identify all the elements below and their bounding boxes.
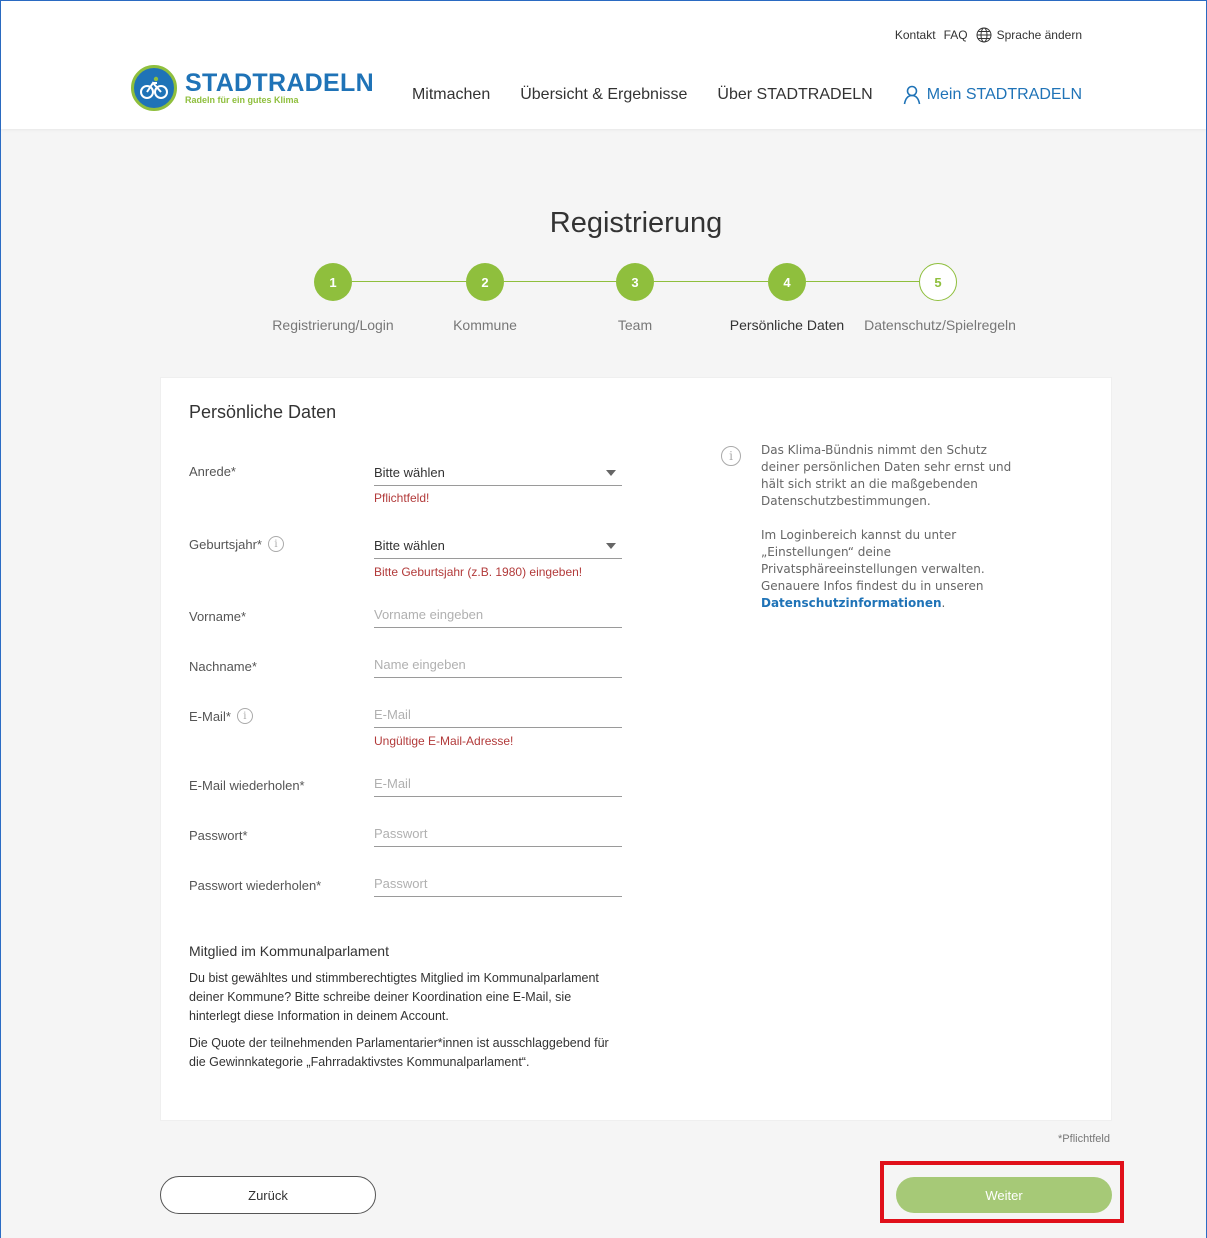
step-connector (352, 281, 467, 282)
email-label: E-Mail* (189, 708, 231, 724)
email-input[interactable]: E-Mail (374, 702, 622, 728)
contact-link[interactable]: Kontakt (895, 28, 936, 42)
anrede-value: Bitte wählen (374, 465, 445, 480)
privacy-text-1: Das Klima-Bündnis nimmt den Schutz deine… (761, 443, 1012, 508)
step-2-circle[interactable]: 2 (466, 263, 504, 301)
privacy-text-2-block: Im Loginbereich kannst du unter „Einstel… (761, 527, 1021, 612)
geburtsjahr-label: Geburtsjahr* (189, 536, 262, 552)
step-3-label: Team (617, 317, 653, 333)
geburtsjahr-select[interactable]: Bitte wählen (374, 533, 622, 559)
registration-stepper: 1 2 3 4 5 Registrierung/Login Kommune Te… (1, 263, 1206, 343)
step-5-circle: 5 (919, 263, 957, 301)
faq-link[interactable]: FAQ (944, 28, 968, 42)
geburtsjahr-error: Bitte Geburtsjahr (z.B. 1980) eingeben! (374, 565, 583, 579)
info-icon[interactable]: i (267, 536, 284, 552)
step-4-label: Persönliche Daten (729, 317, 845, 333)
section-heading: Persönliche Daten (189, 402, 337, 422)
nav-item-mitmachen[interactable]: Mitmachen (412, 86, 490, 104)
info-icon: i (721, 446, 741, 466)
nav-mine-label: Mein STADTRADELN (926, 86, 1082, 103)
email-error: Ungültige E-Mail-Adresse! (374, 734, 514, 748)
step-connector (504, 281, 617, 282)
site-header: STADTRADELN Radeln für ein gutes Klima K… (1, 1, 1206, 129)
info-icon[interactable]: i (236, 708, 253, 724)
step-connector (806, 281, 920, 282)
required-note: *Pflichtfeld (1058, 1133, 1110, 1145)
step-3-circle[interactable]: 3 (616, 263, 654, 301)
bicycle-logo-icon (131, 65, 177, 111)
nav-item-ueber[interactable]: Über STADTRADELN (717, 86, 872, 104)
chevron-down-icon (606, 470, 616, 476)
anrede-error: Pflichtfeld! (374, 491, 430, 505)
privacy-info: i Das Klima-Bündnis nimmt den Schutz dei… (721, 442, 1021, 629)
logo[interactable]: STADTRADELN Radeln für ein gutes Klima (131, 65, 374, 111)
page-title: Registrierung (549, 207, 723, 239)
globe-icon (976, 27, 992, 43)
kommunalparlament-text-2: Die Quote der teilnehmenden Parlamentari… (189, 1036, 609, 1069)
vorname-label: Vorname* (189, 609, 247, 624)
password-input[interactable]: Passwort (374, 821, 622, 847)
step-1-circle[interactable]: 1 (314, 263, 352, 301)
main-nav: Mitmachen Übersicht & Ergebnisse Über ST… (412, 85, 1082, 105)
privacy-link-suffix: . (941, 596, 946, 610)
nachname-input[interactable]: Name eingeben (374, 652, 622, 678)
vorname-input[interactable]: Vorname eingeben (374, 602, 622, 628)
email-repeat-input[interactable]: E-Mail (374, 771, 622, 797)
step-4-circle[interactable]: 4 (768, 263, 806, 301)
step-2-label: Kommune (453, 317, 517, 333)
email-label-row: E-Mail* i (189, 708, 253, 724)
user-icon (903, 85, 920, 105)
step-connector (654, 281, 768, 282)
privacy-text-2: Im Loginbereich kannst du unter „Einstel… (761, 528, 985, 593)
password-label: Passwort* (189, 828, 248, 843)
password-repeat-label: Passwort wiederholen* (189, 878, 322, 893)
kommunalparlament-heading: Mitglied im Kommunalparlament (189, 943, 389, 959)
nav-item-uebersicht[interactable]: Übersicht & Ergebnisse (520, 86, 687, 104)
language-switch[interactable]: Sprache ändern (976, 27, 1082, 43)
back-button[interactable]: Zurück (160, 1176, 376, 1214)
privacy-info-link[interactable]: Datenschutzinformationen (761, 596, 942, 610)
step-1-label: Registrierung/Login (272, 317, 394, 333)
email-repeat-label: E-Mail wiederholen* (189, 778, 305, 793)
anrede-label: Anrede* (189, 464, 236, 479)
language-label: Sprache ändern (996, 28, 1082, 42)
personal-data-card: Persönliche Daten Anrede* Bitte wählen P… (160, 377, 1112, 1121)
anrede-select[interactable]: Bitte wählen (374, 460, 622, 486)
nav-item-mein-stadtradeln[interactable]: Mein STADTRADELN (903, 85, 1082, 105)
kommunalparlament-section: Mitglied im Kommunalparlament Du bist ge… (189, 942, 619, 1080)
geburtsjahr-label-row: Geburtsjahr* i (189, 536, 284, 552)
chevron-down-icon (606, 543, 616, 549)
logo-title: STADTRADELN (185, 68, 374, 97)
nachname-label: Nachname* (189, 659, 257, 674)
password-repeat-input[interactable]: Passwort (374, 871, 622, 897)
kommunalparlament-text-1: Du bist gewähltes und stimmberechtigtes … (189, 971, 599, 1023)
geburtsjahr-value: Bitte wählen (374, 538, 445, 553)
top-meta-links: Kontakt FAQ Sprache ändern (895, 27, 1082, 43)
highlight-frame (880, 1161, 1124, 1223)
step-5-label: Datenschutz/Spielregeln (864, 317, 1016, 333)
